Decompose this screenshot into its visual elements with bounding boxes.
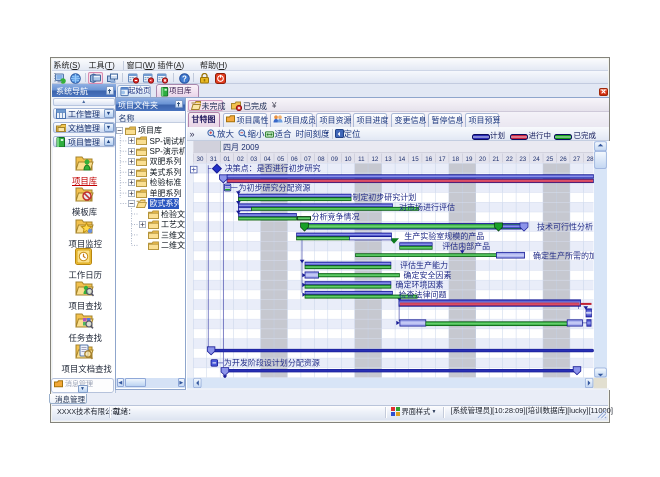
svg-text:对市场进行评估: 对市场进行评估 [399,202,455,212]
svg-text:26: 26 [559,156,566,163]
svg-text:24: 24 [532,156,539,163]
svg-text:生产实验室规模的产品: 生产实验室规模的产品 [404,231,484,241]
svg-text:04: 04 [263,156,270,163]
svg-text:02: 02 [236,156,243,163]
svg-text:为开发阶段设计划分配资源: 为开发阶段设计划分配资源 [223,358,319,368]
svg-text:12: 12 [371,156,378,163]
svg-text:25: 25 [546,156,553,163]
svg-text:评估内部产品: 评估内部产品 [442,241,490,251]
svg-text:09: 09 [331,156,338,163]
svg-text:07: 07 [304,156,311,163]
svg-text:31: 31 [210,156,217,163]
svg-text:23: 23 [519,156,526,163]
svg-text:17: 17 [438,156,445,163]
svg-text:为初步研究分配资源: 为初步研究分配资源 [238,182,310,192]
svg-text:制定初步研究计划: 制定初步研究计划 [352,192,416,202]
svg-text:19: 19 [465,156,472,163]
svg-text:22: 22 [505,156,512,163]
svg-text:03: 03 [250,156,257,163]
svg-text:10: 10 [344,156,351,163]
svg-text:06: 06 [290,156,297,163]
svg-text:分析竞争情况: 分析竞争情况 [311,212,359,222]
svg-text:18: 18 [452,156,459,163]
svg-text:决策点：是否进行初步研究: 决策点：是否进行初步研究 [224,163,320,173]
svg-text:16: 16 [425,156,432,163]
svg-text:14: 14 [398,156,405,163]
svg-text:13: 13 [384,156,391,163]
svg-text:检查法律问题: 检查法律问题 [398,289,446,299]
svg-text:四月 2009: 四月 2009 [223,143,260,152]
svg-text:评估生产能力: 评估生产能力 [400,260,448,270]
svg-text:08: 08 [317,156,324,163]
svg-text:技术可行性分析: 技术可行性分析 [537,221,593,231]
svg-text:05: 05 [277,156,284,163]
svg-text:20: 20 [479,156,486,163]
svg-text:确定安全因素: 确定安全因素 [403,270,451,280]
svg-text:15: 15 [411,156,418,163]
svg-text:确定环境因素: 确定环境因素 [395,280,443,290]
svg-text:21: 21 [492,156,499,163]
svg-text:27: 27 [573,156,580,163]
svg-text:28: 28 [586,156,593,163]
svg-text:11: 11 [358,156,365,163]
svg-text:?: ? [182,74,187,83]
svg-text:01: 01 [223,156,230,163]
svg-text:30: 30 [196,156,203,163]
